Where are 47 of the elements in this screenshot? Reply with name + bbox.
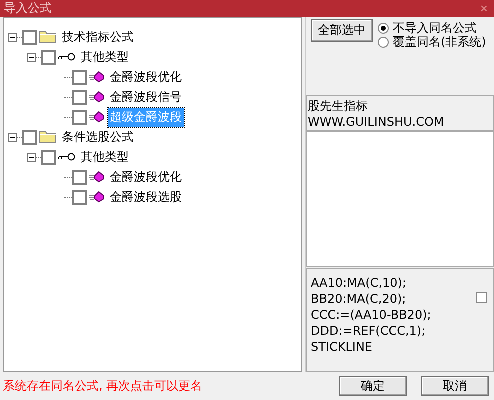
checkbox[interactable]	[22, 30, 37, 44]
code-line: CCC:=(AA10-BB20);	[311, 307, 432, 323]
code-line: STICKLINE	[311, 339, 374, 355]
tree-item[interactable]: 金爵波段选股	[108, 188, 184, 206]
select-all-button[interactable]: 全部选中	[311, 19, 373, 42]
checkbox[interactable]	[72, 110, 87, 124]
radio-button[interactable]	[378, 36, 389, 48]
collapse-toggle[interactable]	[27, 152, 36, 162]
checkbox[interactable]	[72, 170, 87, 184]
collapse-toggle[interactable]	[8, 132, 17, 142]
window-title: 导入公式	[4, 0, 52, 17]
dialog-button[interactable]: 确定	[339, 376, 407, 396]
code-line: DDD:=REF(CCC,1);	[311, 323, 427, 339]
folder-icon	[39, 30, 57, 44]
tree-item[interactable]: 条件选股公式	[60, 128, 136, 146]
checkbox[interactable]	[72, 190, 87, 204]
checkbox[interactable]	[22, 130, 37, 144]
dialog-button[interactable]: 取消	[421, 376, 489, 396]
checkbox[interactable]	[41, 50, 56, 64]
checkbox[interactable]	[72, 90, 87, 104]
tree-item[interactable]: 金爵波段优化	[108, 168, 184, 186]
key-icon	[58, 52, 76, 62]
tree-item[interactable]: 技术指标公式	[60, 28, 136, 46]
gem-icon	[89, 111, 105, 123]
collapse-toggle[interactable]	[27, 52, 36, 62]
code-line: BB20:MA(C,20);	[311, 291, 408, 307]
gem-icon	[89, 191, 105, 203]
checkbox[interactable]	[72, 70, 87, 84]
tree-item[interactable]: 其他类型	[79, 148, 131, 166]
tree-item[interactable]: 其他类型	[79, 48, 131, 66]
code-line: AA10:MA(C,10);	[311, 275, 408, 291]
tree-item[interactable]: 金爵波段信号	[108, 88, 184, 106]
option-label[interactable]: 不导入同名公式	[393, 20, 477, 36]
description-text: WWW.GUILINSHU.COM	[308, 114, 446, 130]
tree-item[interactable]: 金爵波段优化	[108, 68, 184, 86]
radio-button[interactable]	[378, 22, 389, 34]
gem-icon	[89, 71, 105, 83]
key-icon	[58, 152, 76, 162]
gem-icon	[89, 171, 105, 183]
checkbox[interactable]	[476, 292, 487, 303]
status-message: 系统存在同名公式, 再次点击可以更名	[3, 378, 203, 394]
checkbox[interactable]	[41, 150, 56, 164]
folder-icon	[39, 130, 57, 144]
description-text: 股先生指标	[308, 98, 369, 114]
collapse-toggle[interactable]	[8, 32, 17, 42]
gem-icon	[89, 91, 105, 103]
option-label[interactable]: 覆盖同名(非系统)	[393, 34, 486, 50]
